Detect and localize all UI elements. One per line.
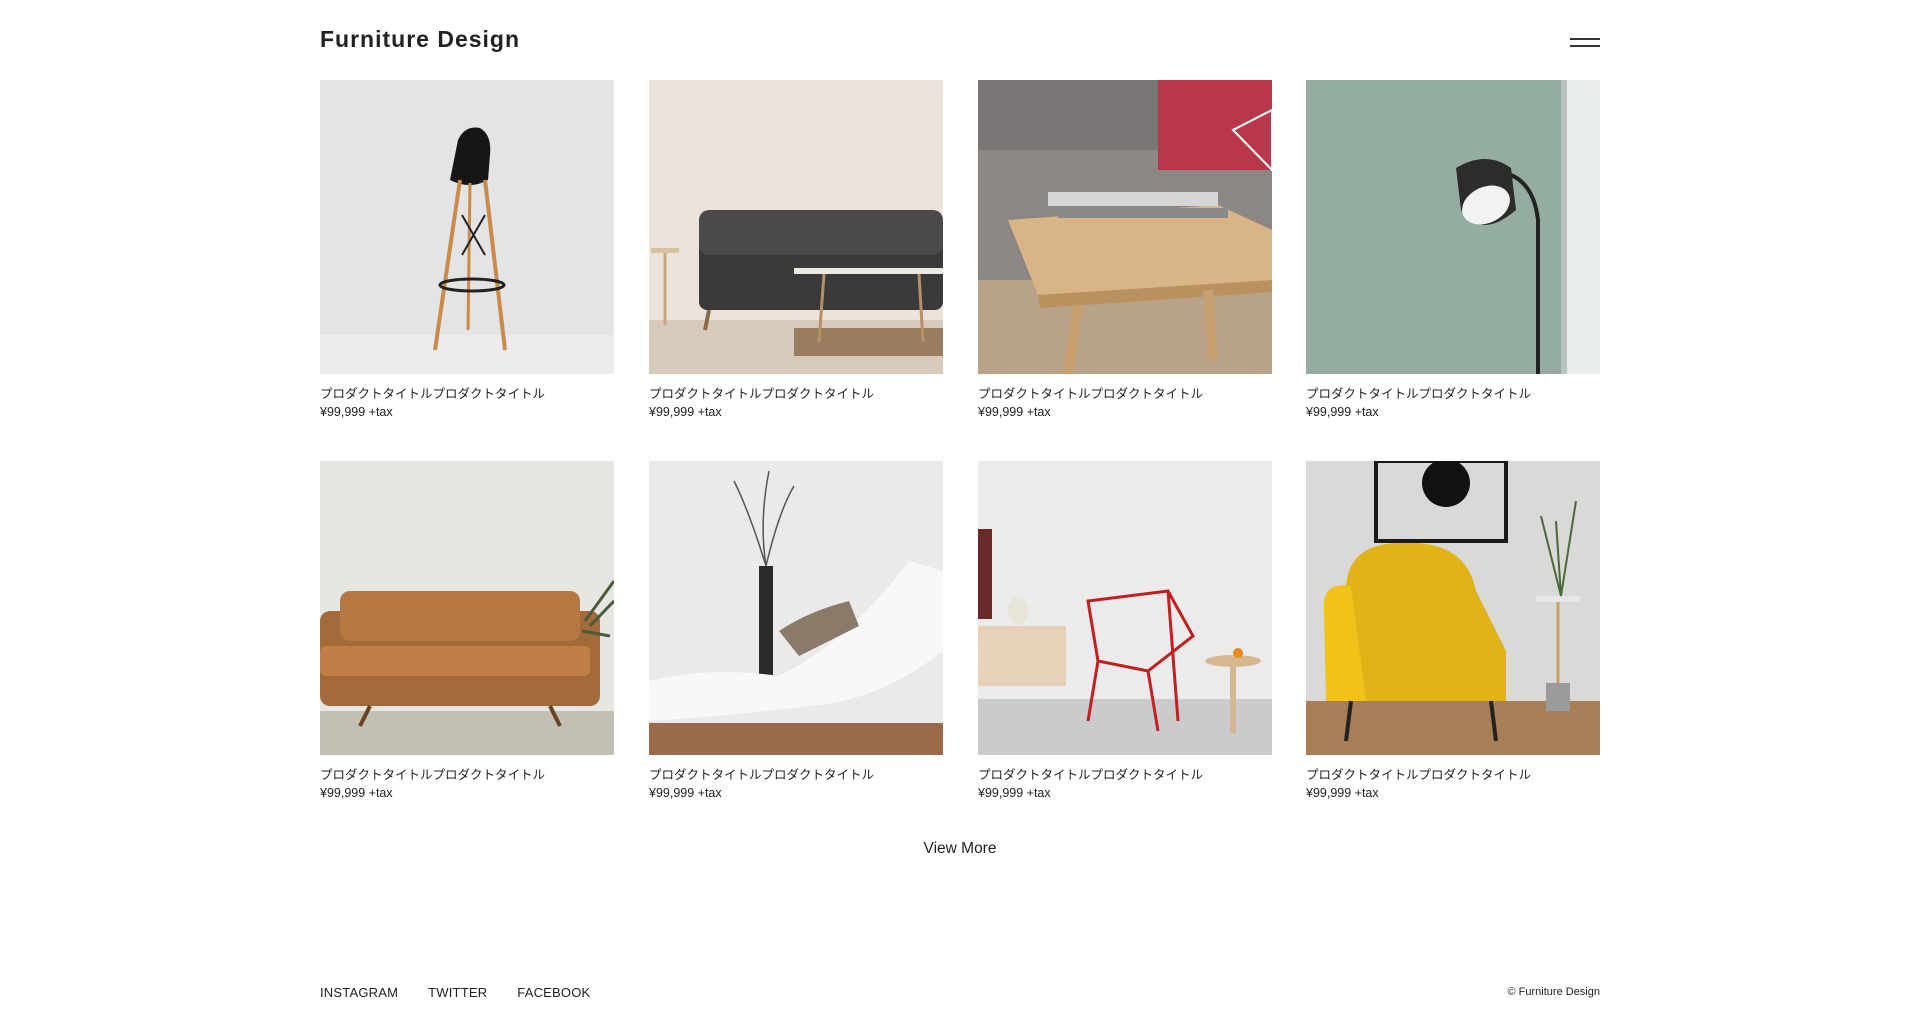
product-card[interactable]: プロダクトタイトルプロダクトタイトル ¥99,999 +tax [320, 80, 614, 421]
twitter-link[interactable]: TWITTER [428, 985, 487, 1000]
product-price: ¥99,999 +tax [649, 405, 722, 419]
product-title[interactable]: プロダクトタイトルプロダクトタイトル [320, 385, 614, 403]
product-card[interactable]: プロダクトタイトルプロダクトタイトル ¥99,999 +tax [320, 461, 614, 802]
product-title[interactable]: プロダクトタイトルプロダクトタイトル [320, 766, 614, 784]
yellow-armchair-photo[interactable] [1306, 461, 1600, 755]
product-card[interactable]: プロダクトタイトルプロダクトタイトル ¥99,999 +tax [1306, 461, 1600, 802]
white-lounger-photo[interactable] [649, 461, 943, 755]
product-price: ¥99,999 +tax [320, 405, 393, 419]
instagram-link[interactable]: INSTAGRAM [320, 985, 398, 1000]
leather-sofa-photo[interactable] [320, 461, 614, 755]
product-title[interactable]: プロダクトタイトルプロダクトタイトル [1306, 766, 1600, 784]
product-price: ¥99,999 +tax [1306, 786, 1379, 800]
product-card[interactable]: プロダクトタイトルプロダクトタイトル ¥99,999 +tax [978, 80, 1272, 421]
red-wire-chair-photo[interactable] [978, 461, 1272, 755]
product-title[interactable]: プロダクトタイトルプロダクトタイトル [1306, 385, 1600, 403]
product-price: ¥99,999 +tax [978, 405, 1051, 419]
product-title[interactable]: プロダクトタイトルプロダクトタイトル [978, 385, 1272, 403]
copyright-text: © Furniture Design [1507, 986, 1600, 998]
view-more-link[interactable]: View More [924, 840, 997, 857]
product-card[interactable]: プロダクトタイトルプロダクトタイトル ¥99,999 +tax [1306, 80, 1600, 421]
product-price: ¥99,999 +tax [978, 786, 1051, 800]
product-title[interactable]: プロダクトタイトルプロダクトタイトル [978, 766, 1272, 784]
view-more-container: View More [0, 840, 1920, 858]
dark-sofa-photo[interactable] [649, 80, 943, 374]
social-links: INSTAGRAM TWITTER FACEBOOK [320, 985, 590, 1000]
product-price: ¥99,999 +tax [649, 786, 722, 800]
product-price: ¥99,999 +tax [320, 786, 393, 800]
site-header: Furniture Design [320, 24, 1600, 56]
product-title[interactable]: プロダクトタイトルプロダクトタイトル [649, 385, 943, 403]
product-card[interactable]: プロダクトタイトルプロダクトタイトル ¥99,999 +tax [649, 80, 943, 421]
product-card[interactable]: プロダクトタイトルプロダクトタイトル ¥99,999 +tax [649, 461, 943, 802]
hamburger-menu-icon[interactable] [1570, 33, 1600, 53]
product-title[interactable]: プロダクトタイトルプロダクトタイトル [649, 766, 943, 784]
facebook-link[interactable]: FACEBOOK [517, 985, 590, 1000]
site-footer: INSTAGRAM TWITTER FACEBOOK © Furniture D… [320, 985, 1600, 1005]
product-card[interactable]: プロダクトタイトルプロダクトタイトル ¥99,999 +tax [978, 461, 1272, 802]
floor-lamp-photo[interactable] [1306, 80, 1600, 374]
wood-table-photo[interactable] [978, 80, 1272, 374]
site-title[interactable]: Furniture Design [320, 26, 520, 53]
bar-stool-photo[interactable] [320, 80, 614, 374]
product-price: ¥99,999 +tax [1306, 405, 1379, 419]
